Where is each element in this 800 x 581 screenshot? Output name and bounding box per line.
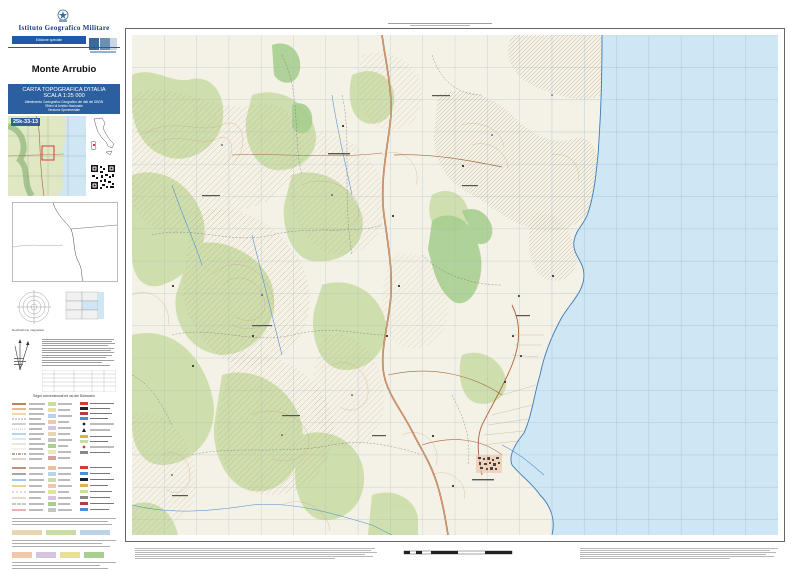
location-overview-map: [8, 116, 86, 196]
sea-grid: [552, 35, 778, 535]
coordinates-table: [42, 370, 116, 392]
sheet-number-badge: 25k-33-13: [11, 118, 41, 126]
declination-caption: Declinazione magnetica: [12, 328, 44, 332]
organization-name: Istituto Geografico Militare: [18, 24, 110, 32]
header-rule: [8, 47, 120, 48]
anniversary-logo-icon: [88, 36, 118, 54]
top-marginal-text: [380, 14, 500, 26]
adjacent-sheets-diagram: [12, 202, 118, 282]
scale-bar: [403, 550, 513, 555]
series-line-5: Versione Sperimentale: [47, 108, 81, 112]
footer-notes-left: [135, 548, 377, 559]
qr-code-icon: [90, 164, 116, 190]
footer-notes-right: [580, 548, 778, 559]
kilometer-grid: [132, 35, 778, 535]
italy-locator-icon: [90, 117, 115, 156]
sheet-title: Monte Arrubio: [31, 64, 97, 75]
north-arrow-icon: [14, 339, 30, 371]
declination-diagram: [17, 290, 104, 324]
map-canvas[interactable]: [132, 35, 778, 535]
series-box: CARTA TOPOGRAFICA D'ITALIA SCALA 1:25 00…: [8, 84, 120, 114]
republic-emblem-icon: [57, 9, 69, 22]
legend-panel: Istituto Geografico Militare Edizione sp…: [8, 8, 120, 573]
technical-notes-text: [42, 339, 115, 366]
town-settlement: [476, 455, 502, 473]
topographic-map[interactable]: [132, 35, 778, 535]
conventional-symbols-legend: [12, 402, 116, 569]
edition-label: Edizione speciale: [35, 38, 63, 42]
series-line-2: SCALA 1:25 000: [43, 93, 85, 99]
symbols-title: Segni convenzionali ed usi del Dizionari…: [33, 394, 95, 398]
header: Istituto Geografico Militare Edizione sp…: [8, 8, 120, 64]
